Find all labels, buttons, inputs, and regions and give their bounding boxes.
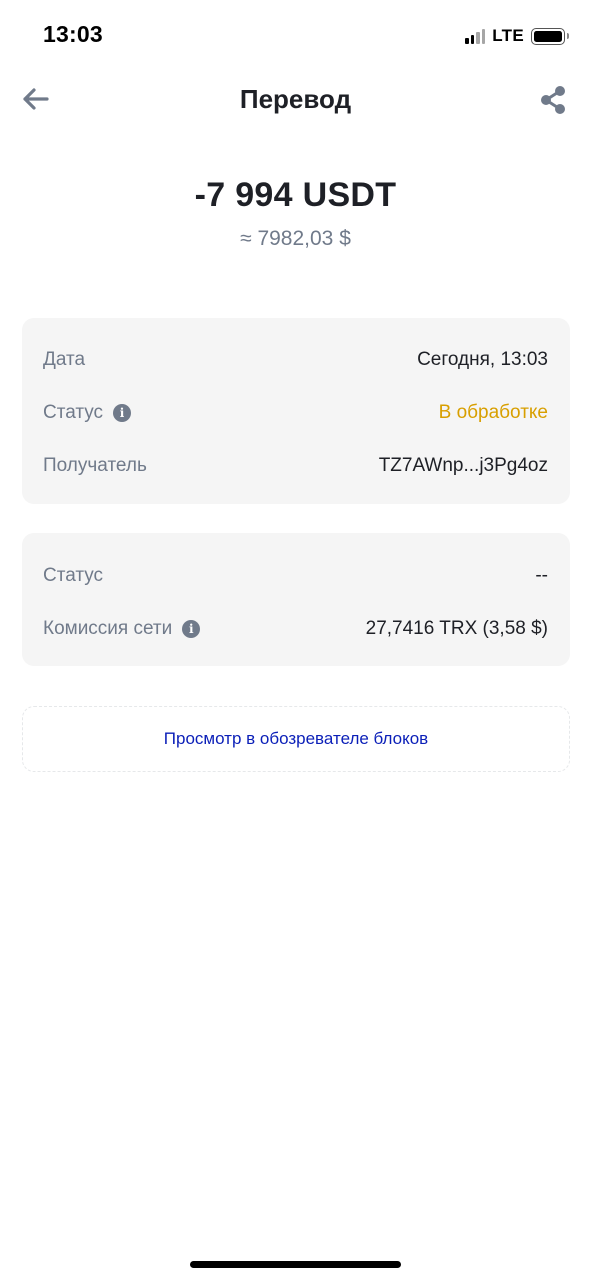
transfer-details-screen: 13:03 LTE Перевод -7 994 USDT ≈ 7982,03 … [0, 0, 591, 1280]
detail-label: Получатель [43, 455, 147, 477]
amount-block: -7 994 USDT ≈ 7982,03 $ [0, 176, 591, 251]
network-fee-value: 27,7416 TRX (3,58 $) [365, 617, 548, 639]
fiat-equivalent: ≈ 7982,03 $ [240, 227, 351, 250]
detail-label: Статус [43, 565, 103, 587]
date-value: Сегодня, 13:03 [417, 348, 548, 370]
recipient-address[interactable]: TZ7AWnp...j3Pg4oz [379, 455, 548, 477]
transfer-amount: -7 994 USDT [194, 176, 397, 214]
details-card: Дата Сегодня, 13:03 Статус i В обработке… [22, 318, 570, 504]
detail-label: Комиссия сети i [43, 617, 201, 640]
recipient-label: Получатель [43, 454, 147, 476]
status-label: Статус [43, 401, 104, 423]
date-label: Дата [43, 348, 86, 370]
battery-icon [531, 27, 569, 45]
network-type-label: LTE [492, 26, 524, 45]
view-in-explorer-button[interactable]: Просмотр в обозревателе блоков [22, 706, 570, 772]
status-time: 13:03 [43, 21, 103, 47]
page-title: Перевод [239, 84, 352, 114]
status-value: В обработке [438, 401, 548, 423]
network-card: Статус -- Комиссия сети i 27,7416 TRX (3… [22, 533, 570, 666]
share-button[interactable] [533, 82, 573, 118]
detail-label: Дата [43, 349, 85, 371]
signal-icon [465, 28, 486, 44]
header: Перевод [0, 72, 591, 128]
detail-row-network-status: Статус -- [22, 549, 570, 602]
detail-row-recipient: Получатель TZ7AWnp...j3Pg4oz [22, 439, 570, 492]
share-icon [541, 86, 565, 114]
status-bar: 13:03 LTE [0, 0, 591, 72]
network-fee-label: Комиссия сети [43, 617, 173, 639]
detail-row-network-fee: Комиссия сети i 27,7416 TRX (3,58 $) [22, 602, 570, 655]
home-indicator[interactable] [190, 1261, 401, 1268]
info-icon[interactable]: i [182, 619, 201, 638]
network-status-label: Статус [43, 564, 104, 586]
detail-label: Статус i [43, 401, 132, 424]
info-icon[interactable]: i [113, 403, 132, 422]
detail-row-status: Статус i В обработке [22, 386, 570, 439]
status-indicators: LTE [465, 26, 569, 46]
detail-row-date: Дата Сегодня, 13:03 [22, 333, 570, 386]
network-status-value: -- [535, 564, 548, 586]
